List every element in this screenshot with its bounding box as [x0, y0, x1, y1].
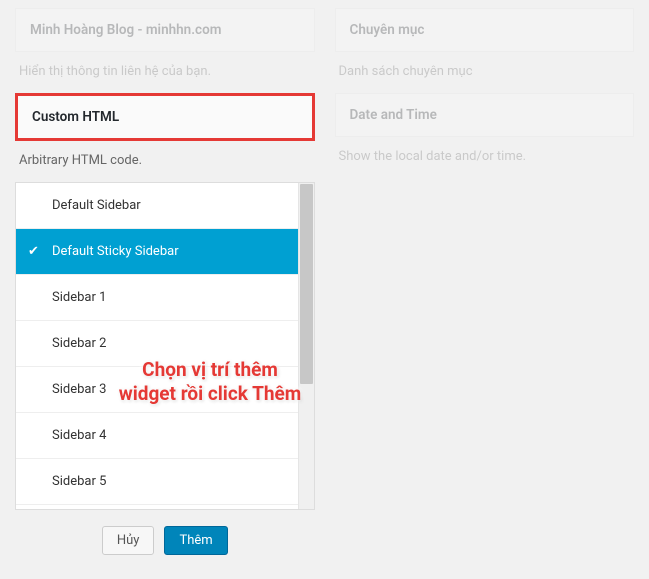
- add-button[interactable]: Thêm: [164, 526, 227, 555]
- widget-categories-desc: Danh sách chuyên mục: [335, 52, 635, 93]
- list-item[interactable]: Sidebar 2: [16, 321, 298, 367]
- sidebar-location-list: Default SidebarDefault Sticky SidebarSid…: [15, 182, 315, 510]
- list-item[interactable]: Sidebar 1: [16, 275, 298, 321]
- list-item[interactable]: Default Sidebar: [16, 183, 298, 229]
- prev-widget-title[interactable]: Minh Hoàng Blog - minhhn.com: [15, 8, 315, 52]
- widget-datetime-desc: Show the local date and/or time.: [335, 137, 635, 178]
- widget-custom-html-desc: Arbitrary HTML code.: [15, 141, 315, 182]
- list-item[interactable]: Sidebar 3: [16, 367, 298, 413]
- scrollbar-thumb[interactable]: [300, 184, 313, 384]
- prev-widget-desc: Hiển thị thông tin liên hệ của bạn.: [15, 52, 315, 93]
- cancel-button[interactable]: Hủy: [102, 526, 155, 555]
- action-row: Hủy Thêm: [15, 510, 315, 571]
- list-item[interactable]: Footer Column 1: [16, 505, 298, 509]
- widget-datetime-title[interactable]: Date and Time: [335, 93, 635, 137]
- widget-custom-html-title[interactable]: Custom HTML: [15, 93, 315, 141]
- list-item[interactable]: Default Sticky Sidebar: [16, 229, 298, 275]
- list-item[interactable]: Sidebar 4: [16, 413, 298, 459]
- list-item[interactable]: Sidebar 5: [16, 459, 298, 505]
- scrollbar[interactable]: [298, 183, 314, 509]
- widget-categories-title[interactable]: Chuyên mục: [335, 8, 635, 52]
